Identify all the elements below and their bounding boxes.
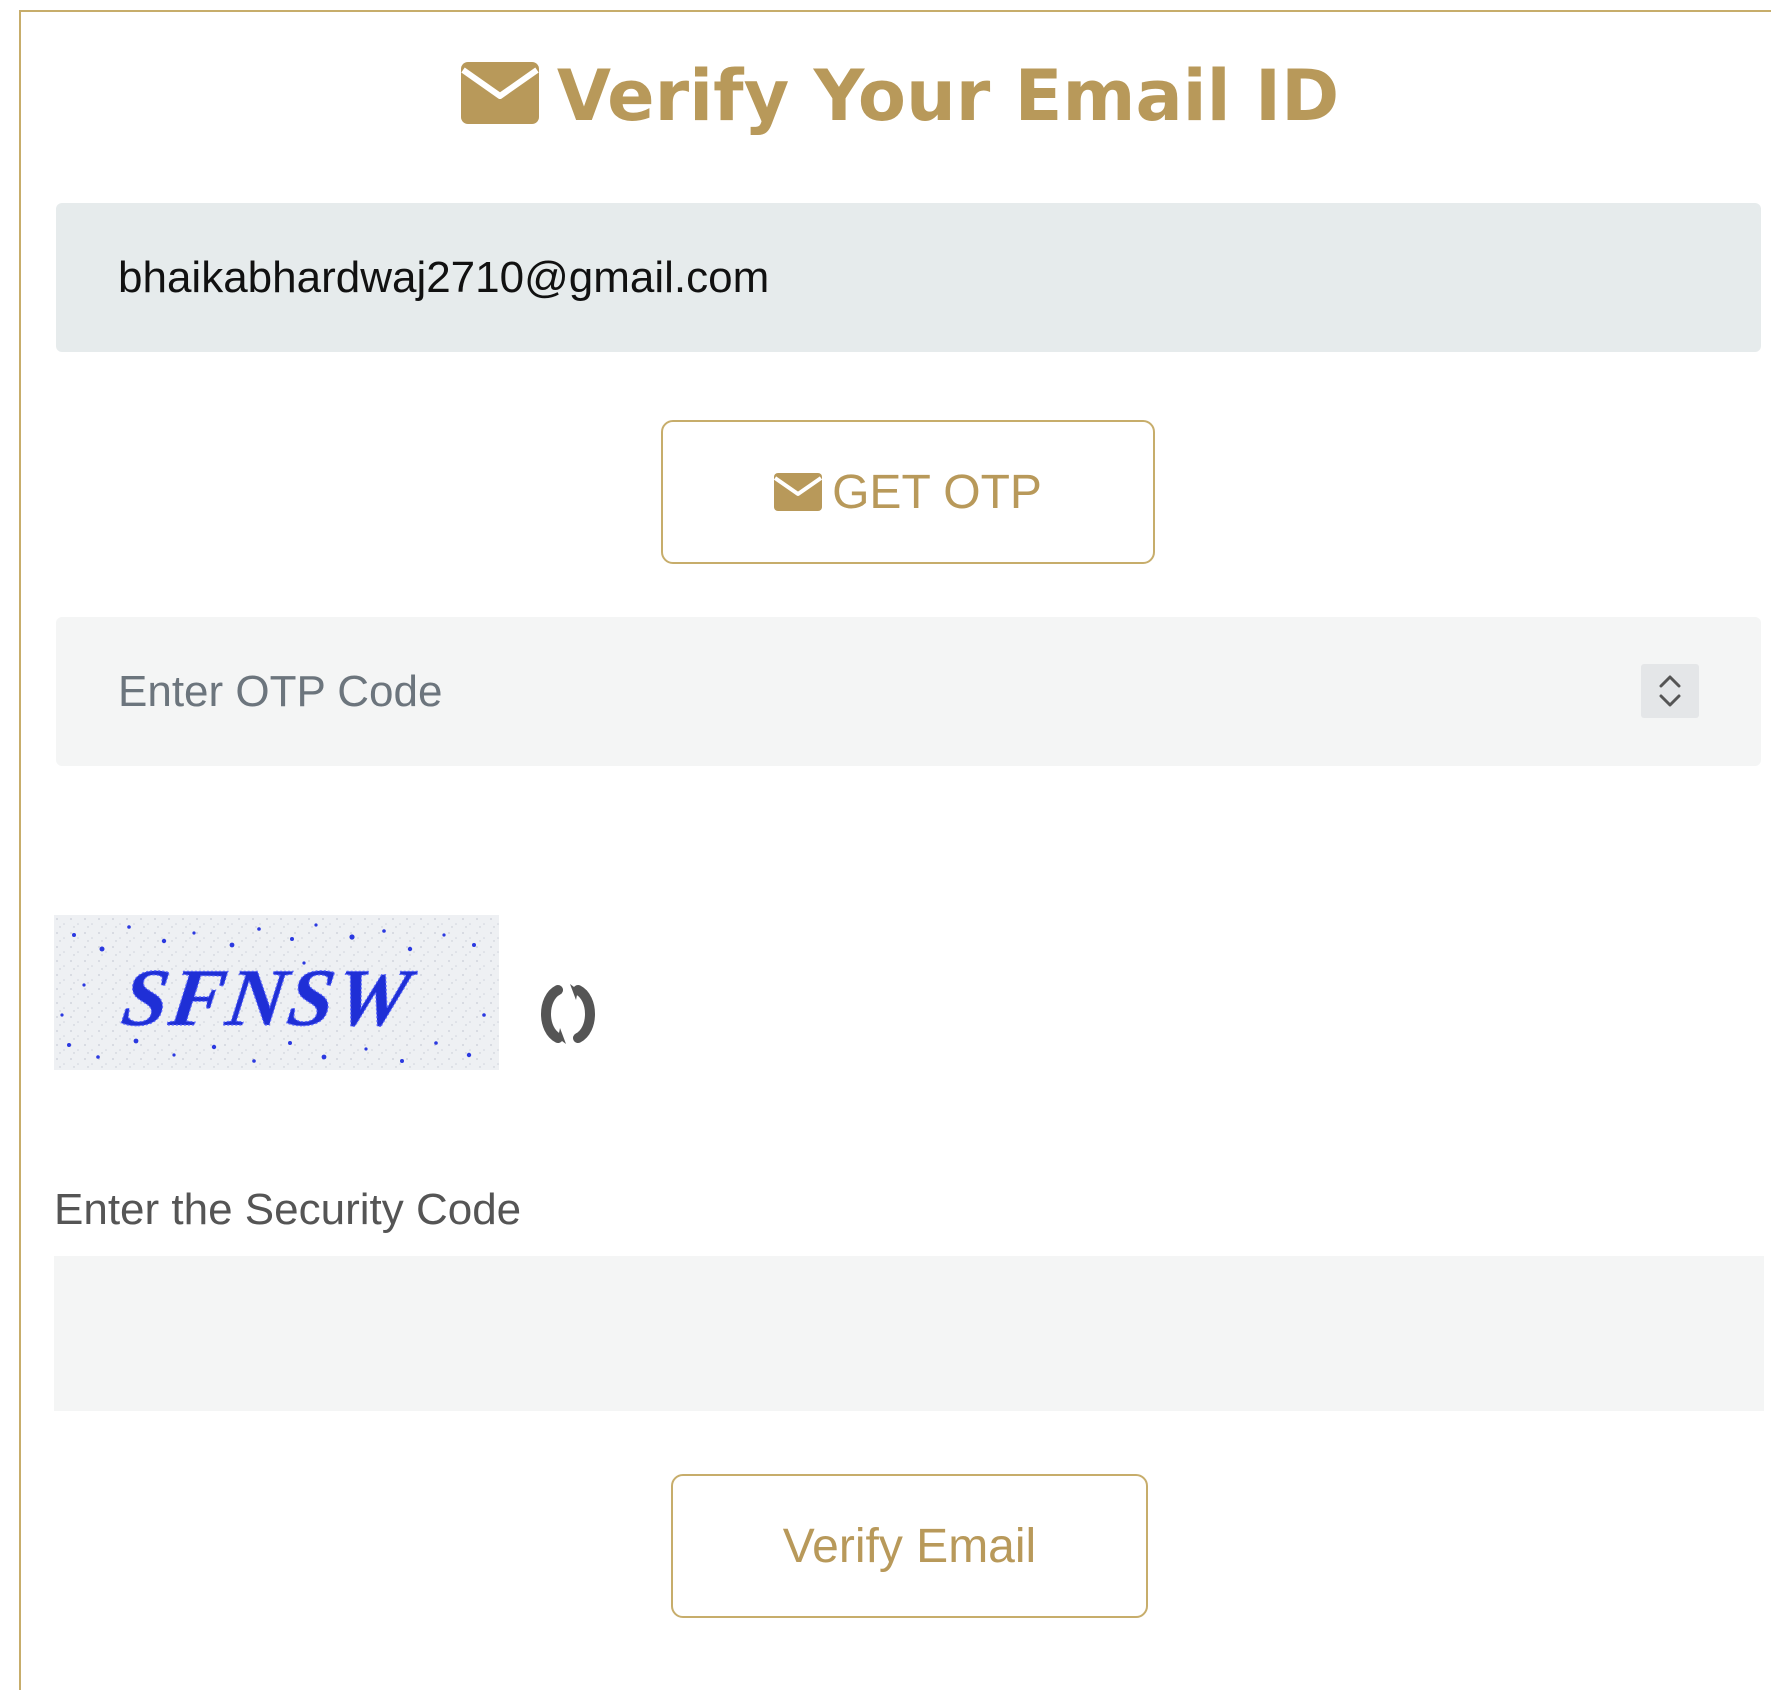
page-title-text: Verify Your Email ID bbox=[556, 55, 1340, 137]
verify-email-button[interactable]: Verify Email bbox=[671, 1474, 1148, 1618]
captcha-text: SFNSW bbox=[117, 952, 421, 1043]
security-code-input[interactable] bbox=[54, 1256, 1764, 1411]
page-title: Verify Your Email ID bbox=[0, 48, 1771, 144]
chevron-down-icon[interactable] bbox=[1658, 694, 1682, 708]
captcha-image: SFNSW bbox=[54, 915, 499, 1070]
otp-field-container bbox=[56, 617, 1761, 766]
envelope-icon bbox=[460, 62, 539, 124]
verify-email-label: Verify Email bbox=[782, 1520, 1037, 1573]
get-otp-button[interactable]: GET OTP bbox=[661, 420, 1155, 564]
get-otp-label: GET OTP bbox=[832, 466, 1042, 519]
chevron-up-icon[interactable] bbox=[1658, 674, 1682, 688]
up-down-chevron-icon[interactable] bbox=[1641, 664, 1699, 718]
refresh-icon[interactable] bbox=[536, 980, 600, 1048]
envelope-icon bbox=[774, 473, 823, 511]
email-value: bhaikabhardwaj2710@gmail.com bbox=[118, 253, 770, 302]
security-code-label: Enter the Security Code bbox=[54, 1185, 522, 1234]
captcha-graphic: SFNSW bbox=[54, 915, 499, 1070]
otp-input[interactable] bbox=[56, 617, 1761, 766]
email-field[interactable]: bhaikabhardwaj2710@gmail.com bbox=[56, 203, 1761, 352]
security-code-container bbox=[54, 1256, 1764, 1411]
